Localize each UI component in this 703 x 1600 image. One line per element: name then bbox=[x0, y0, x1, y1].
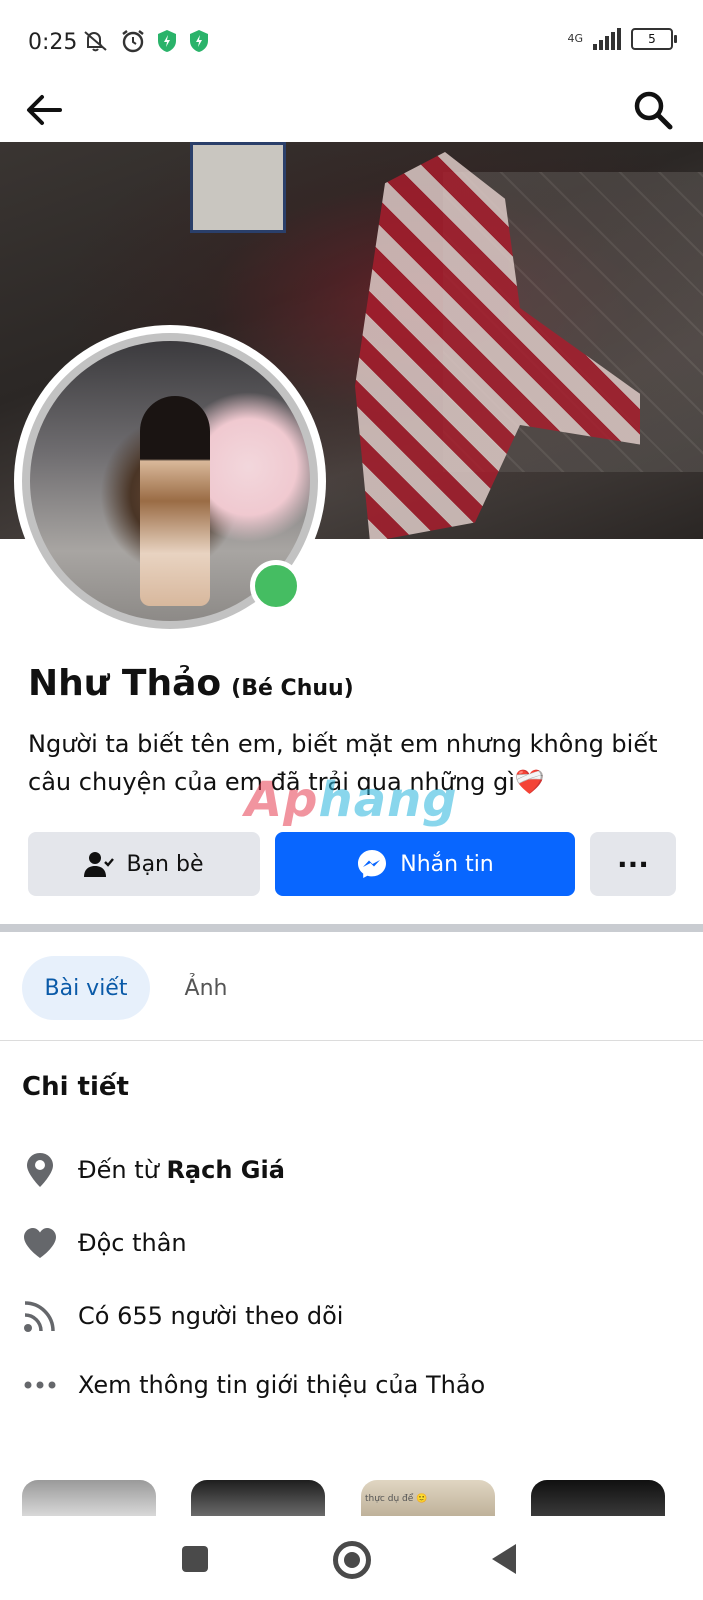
tab-posts[interactable]: Bài viết bbox=[22, 956, 150, 1020]
alarm-icon bbox=[120, 28, 146, 58]
rss-icon bbox=[22, 1298, 58, 1334]
message-button[interactable]: Nhắn tin bbox=[275, 832, 575, 896]
friend-check-icon bbox=[84, 852, 115, 877]
heart-icon bbox=[22, 1225, 58, 1261]
hometown-place[interactable]: Rạch Giá bbox=[166, 1156, 284, 1184]
followers-text: Có 655 người theo dõi bbox=[78, 1302, 344, 1330]
arrow-left-icon bbox=[27, 95, 62, 125]
more-dots-icon bbox=[22, 1367, 58, 1403]
status-icons bbox=[82, 28, 210, 58]
messenger-icon bbox=[358, 850, 387, 878]
mute-icon bbox=[82, 29, 110, 57]
see-about-text: Xem thông tin giới thiệu của Thảo bbox=[78, 1371, 486, 1399]
relationship-text: Độc thân bbox=[78, 1229, 187, 1257]
shield-icon bbox=[188, 29, 210, 57]
profile-name-block: Như Thảo (Bé Chuu) bbox=[28, 663, 354, 704]
photo-thumbnail[interactable] bbox=[531, 1480, 665, 1516]
detail-see-about[interactable]: Xem thông tin giới thiệu của Thảo bbox=[22, 1363, 485, 1407]
tabs-divider bbox=[0, 1040, 703, 1041]
home-button[interactable] bbox=[333, 1541, 371, 1579]
avatar-subject bbox=[140, 396, 210, 606]
battery-icon: 5 bbox=[631, 28, 677, 50]
detail-relationship: Độc thân bbox=[22, 1221, 187, 1265]
photo-thumbnail[interactable] bbox=[22, 1480, 156, 1516]
system-nav-bar bbox=[0, 1516, 703, 1600]
friends-button[interactable]: Bạn bè bbox=[28, 832, 260, 896]
watermark-part2: hang bbox=[318, 772, 458, 828]
status-bar: 0:25 4G 5 bbox=[0, 0, 703, 80]
profile-name: Như Thảo bbox=[28, 663, 222, 704]
hometown-prefix: Đến từ bbox=[78, 1156, 167, 1184]
system-back-button[interactable] bbox=[492, 1544, 516, 1574]
photo-thumbnail[interactable]: thực dụ để 🙂 bbox=[361, 1480, 495, 1516]
online-status-dot bbox=[250, 560, 302, 612]
recents-button[interactable] bbox=[182, 1546, 208, 1572]
signal-icon bbox=[593, 28, 621, 50]
friends-button-label: Bạn bè bbox=[126, 851, 204, 877]
detail-followers[interactable]: Có 655 người theo dõi bbox=[22, 1294, 343, 1338]
location-pin-icon bbox=[22, 1152, 58, 1188]
tab-posts-label: Bài viết bbox=[44, 975, 128, 1001]
search-button[interactable] bbox=[631, 88, 675, 132]
top-nav bbox=[0, 80, 703, 142]
more-button[interactable]: ··· bbox=[590, 832, 676, 896]
thumbnail-caption: thực dụ để 🙂 bbox=[365, 1494, 428, 1504]
more-icon: ··· bbox=[617, 847, 649, 881]
shield-icon bbox=[156, 29, 178, 57]
hometown-text: Đến từ Rạch Giá bbox=[78, 1156, 285, 1184]
cover-sign bbox=[190, 142, 286, 233]
watermark-logo: Aphang bbox=[245, 772, 458, 828]
profile-alt-name: (Bé Chuu) bbox=[231, 676, 354, 701]
back-button[interactable] bbox=[22, 88, 66, 132]
search-icon bbox=[634, 91, 673, 130]
message-button-label: Nhắn tin bbox=[400, 851, 494, 877]
tab-photos-label: Ảnh bbox=[184, 975, 228, 1001]
section-divider bbox=[0, 924, 703, 932]
photo-thumbnail[interactable] bbox=[191, 1480, 325, 1516]
detail-hometown: Đến từ Rạch Giá bbox=[22, 1148, 285, 1192]
tab-photos[interactable]: Ảnh bbox=[160, 956, 252, 1020]
network-type: 4G bbox=[567, 32, 583, 45]
status-time: 0:25 bbox=[28, 30, 78, 55]
watermark-part1: Ap bbox=[245, 772, 319, 828]
details-title: Chi tiết bbox=[22, 1072, 129, 1102]
status-right: 4G 5 bbox=[567, 28, 677, 50]
